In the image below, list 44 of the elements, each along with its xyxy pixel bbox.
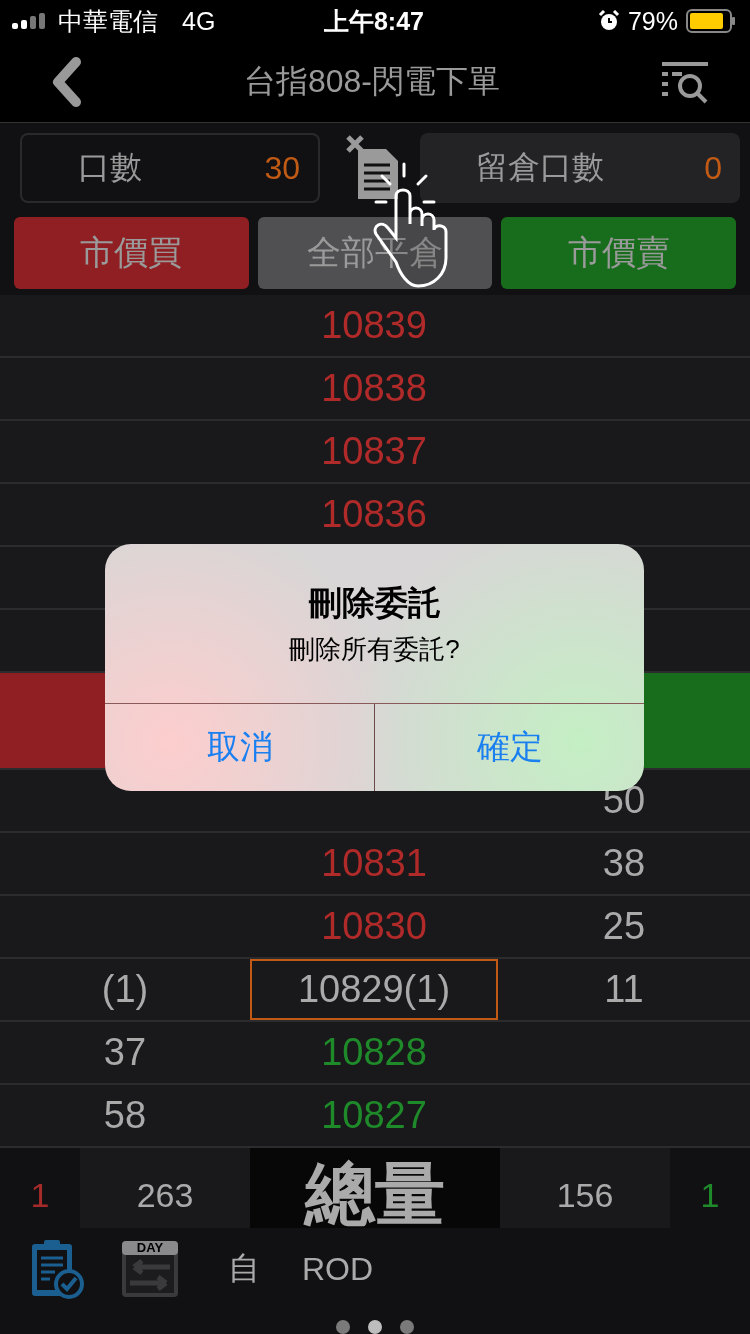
search-list-icon[interactable]	[660, 60, 710, 105]
battery-icon	[686, 9, 736, 34]
field-value: 30	[264, 149, 300, 187]
market-buy-button[interactable]: 市價買	[14, 217, 249, 289]
price-level[interactable]: 10839	[321, 304, 427, 347]
dialog-title: 刪除委託	[308, 582, 441, 623]
quantity-field[interactable]: 口數 30	[20, 133, 320, 203]
day-label: DAY	[135, 1240, 165, 1255]
order-type[interactable]: ROD	[302, 1250, 374, 1288]
page-dot[interactable]	[400, 1320, 414, 1334]
bid-volume: 37	[103, 1031, 147, 1074]
price-level[interactable]: 10837	[321, 430, 427, 473]
alarm-icon	[597, 10, 620, 33]
price-level[interactable]: 10828	[321, 1031, 427, 1074]
ask-volume: 11	[604, 968, 644, 1011]
clock-time: 上午8:47	[322, 5, 425, 37]
field-value: 0	[704, 149, 722, 187]
buy-count: 1	[29, 1174, 51, 1216]
page-dot[interactable]	[368, 1320, 382, 1334]
price-level[interactable]: 10827	[321, 1094, 427, 1137]
clipboard-check-icon[interactable]	[30, 1238, 84, 1300]
price-level[interactable]: 10830	[321, 905, 427, 948]
field-label: 留倉口數	[476, 148, 604, 187]
price-level[interactable]: 10836	[321, 493, 427, 536]
bid-volume: 58	[103, 1094, 147, 1137]
price-level[interactable]: 10831	[321, 842, 427, 885]
current-price-cell[interactable]: 10829(1)	[250, 959, 498, 1020]
page-title: 台指808-閃電下單	[242, 62, 501, 102]
signal-icon	[12, 13, 48, 30]
dialog-message: 刪除所有委託?	[289, 632, 460, 666]
market-sell-button[interactable]: 市價賣	[501, 217, 736, 289]
account-type[interactable]: 自	[228, 1247, 260, 1291]
sell-count: 1	[699, 1174, 721, 1216]
price-level[interactable]: 10838	[321, 367, 427, 410]
network-type: 4G	[182, 6, 216, 36]
day-trade-icon[interactable]: DAY	[120, 1239, 180, 1299]
field-label: 口數	[78, 148, 142, 187]
cancel-button[interactable]: 取消	[105, 704, 374, 791]
bid-volume: (1)	[101, 968, 149, 1011]
ask-volume: 25	[602, 905, 646, 948]
page-dot[interactable]	[336, 1320, 350, 1334]
battery-percent: 79%	[627, 6, 678, 36]
ask-volume: 38	[602, 842, 646, 885]
carrier-name: 中華電信	[58, 5, 158, 37]
